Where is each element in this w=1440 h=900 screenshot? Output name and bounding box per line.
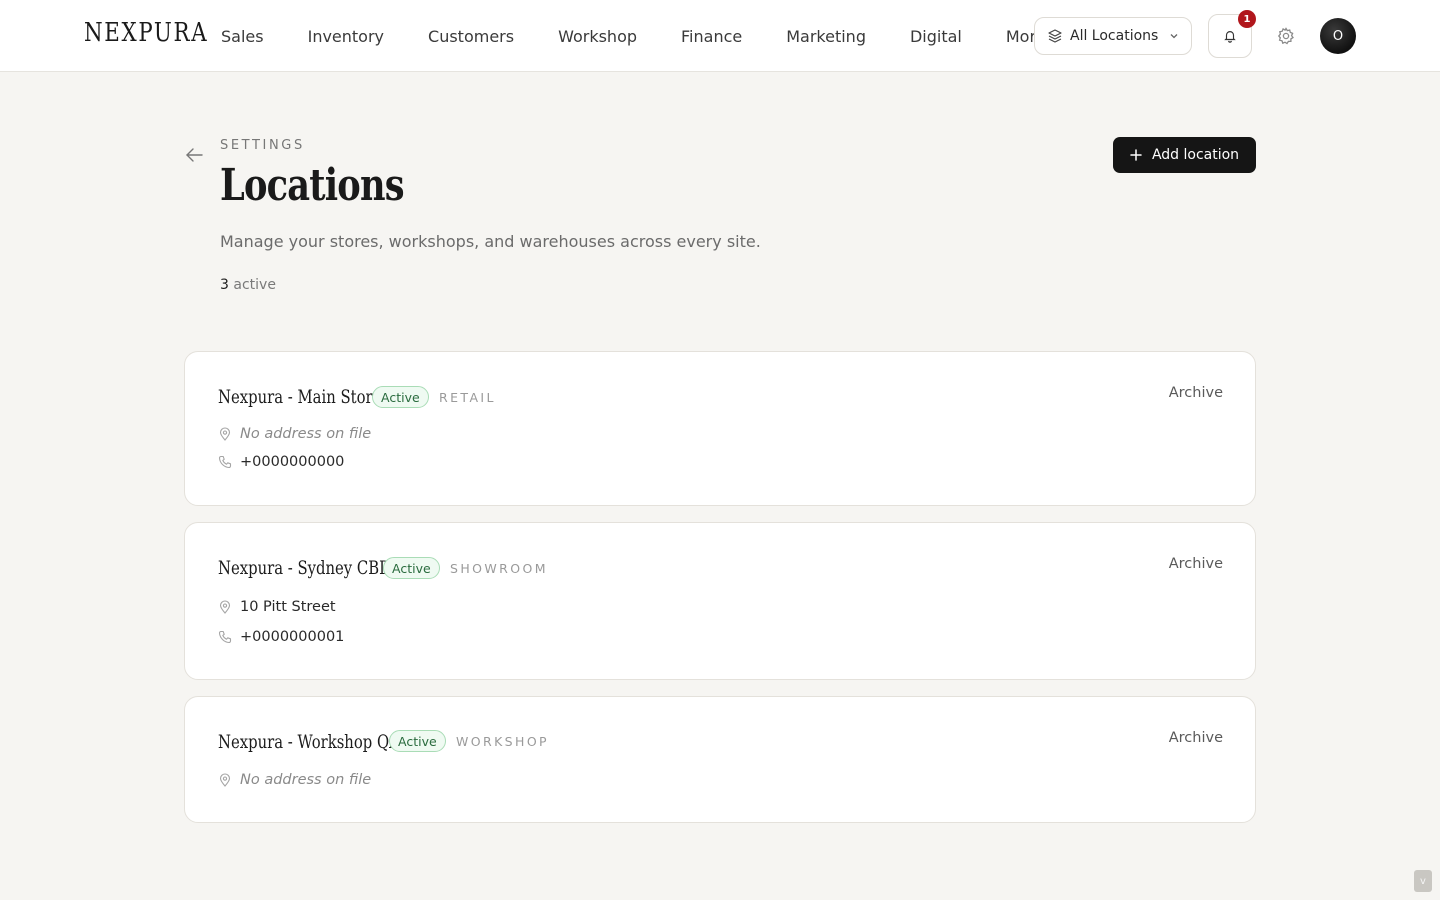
nav-item-sales[interactable]: Sales xyxy=(221,27,264,46)
address-row: No address on file xyxy=(218,772,371,788)
back-arrow-icon[interactable] xyxy=(184,146,204,164)
map-pin-icon xyxy=(219,427,231,441)
top-navigation-bar: NEXPURA Sales Inventory Customers Worksh… xyxy=(0,0,1440,72)
active-count-label: active xyxy=(233,277,276,293)
address-text: No address on file xyxy=(240,426,372,442)
nav-item-workshop[interactable]: Workshop xyxy=(558,27,637,46)
nav-item-customers[interactable]: Customers xyxy=(428,27,514,46)
notification-count-badge: 1 xyxy=(1238,10,1256,28)
breadcrumb-eyebrow: SETTINGS xyxy=(220,138,305,153)
map-pin-icon xyxy=(219,773,231,787)
brand-logo[interactable]: NEXPURA xyxy=(84,18,208,48)
plus-icon xyxy=(1130,149,1142,161)
layers-icon xyxy=(1048,29,1062,43)
phone-icon xyxy=(218,630,232,644)
corner-toggle-tab[interactable]: v xyxy=(1414,870,1432,892)
bell-icon xyxy=(1224,31,1236,43)
phone-text: +0000000001 xyxy=(240,629,345,645)
address-row: 10 Pitt Street xyxy=(218,599,336,615)
page-title: Locations xyxy=(220,160,405,211)
location-type: WORKSHOP xyxy=(456,734,549,749)
nav-item-marketing[interactable]: Marketing xyxy=(786,27,866,46)
add-location-button[interactable]: Add location xyxy=(1113,137,1256,173)
phone-row: +0000000000 xyxy=(218,454,344,470)
user-avatar[interactable]: O xyxy=(1320,18,1356,54)
phone-row: +0000000001 xyxy=(218,629,344,645)
phone-text: +0000000000 xyxy=(240,454,345,470)
location-card: Nexpura - Workshop QA Active WORKSHOP Ar… xyxy=(184,696,1256,823)
status-badge: Active xyxy=(389,730,446,752)
phone-icon xyxy=(218,455,232,469)
add-location-label: Add location xyxy=(1151,147,1240,163)
archive-button[interactable]: Archive xyxy=(1169,385,1223,401)
nav-item-digital[interactable]: Digital xyxy=(910,27,962,46)
chevron-down-icon xyxy=(1170,34,1178,39)
nav-item-inventory[interactable]: Inventory xyxy=(308,27,384,46)
nav-item-finance[interactable]: Finance xyxy=(681,27,742,46)
gear-icon[interactable] xyxy=(1276,26,1296,46)
address-row: No address on file xyxy=(218,426,371,442)
main-nav: Sales Inventory Customers Workshop Finan… xyxy=(221,0,1090,72)
archive-button[interactable]: Archive xyxy=(1169,730,1223,746)
location-name[interactable]: Nexpura - Workshop QA xyxy=(218,731,400,753)
location-name[interactable]: Nexpura - Sydney CBD xyxy=(218,557,391,579)
map-pin-icon xyxy=(219,600,231,614)
archive-button[interactable]: Archive xyxy=(1169,556,1223,572)
status-badge: Active xyxy=(372,386,429,408)
address-text: 10 Pitt Street xyxy=(240,599,336,615)
location-name[interactable]: Nexpura - Main Store xyxy=(218,386,381,408)
location-selector-label: All Locations xyxy=(1070,28,1159,44)
page-subtitle: Manage your stores, workshops, and wareh… xyxy=(220,232,761,251)
status-badge: Active xyxy=(383,557,440,579)
location-selector[interactable]: All Locations xyxy=(1034,17,1192,55)
active-count: 3 active xyxy=(220,277,276,293)
location-card: Nexpura - Sydney CBD Active SHOWROOM Arc… xyxy=(184,522,1256,680)
address-text: No address on file xyxy=(240,772,372,788)
location-type: SHOWROOM xyxy=(450,561,548,576)
active-count-value: 3 xyxy=(220,277,229,293)
location-card: Nexpura - Main Store Active RETAIL Archi… xyxy=(184,351,1256,506)
location-type: RETAIL xyxy=(439,390,496,405)
